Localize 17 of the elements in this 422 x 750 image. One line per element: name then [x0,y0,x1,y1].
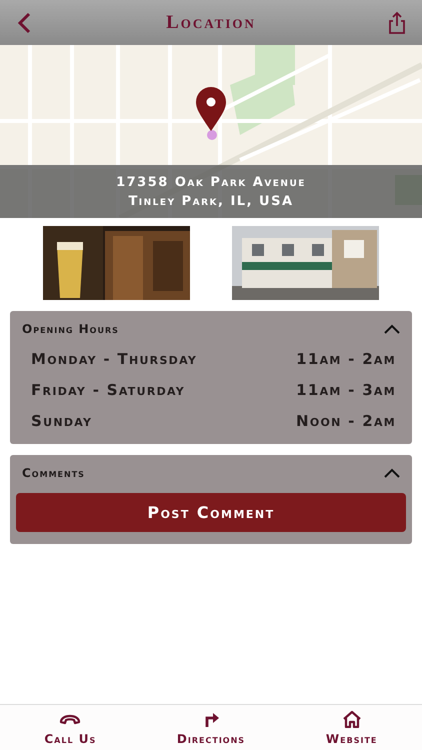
chevron-up-icon[interactable] [384,324,400,334]
tab-bar-item[interactable]: Call Us [15,705,126,750]
tab-bar-item[interactable]: Directions [156,705,266,750]
hours-value: Noon - 2am [296,412,396,430]
hours-value: 11am - 3am [296,380,396,398]
days-label: Sunday [31,412,92,430]
tab-bar-item[interactable]: Website [296,705,407,750]
address-line: Tinley Park, IL, USA [128,194,294,208]
address-line: 17358 Oak Park Avenue [116,174,306,190]
hours-value: 11am - 2am [296,350,396,368]
days-label: Monday - Thursday [31,350,198,368]
section-title: Opening Hours [22,322,119,336]
chevron-up-icon[interactable] [384,468,400,478]
screen-title: Location [166,12,256,34]
post-comment-button[interactable]: Post Comment [16,493,406,532]
days-label: Friday - Saturday [31,380,186,398]
section-title: Comments [22,466,85,480]
